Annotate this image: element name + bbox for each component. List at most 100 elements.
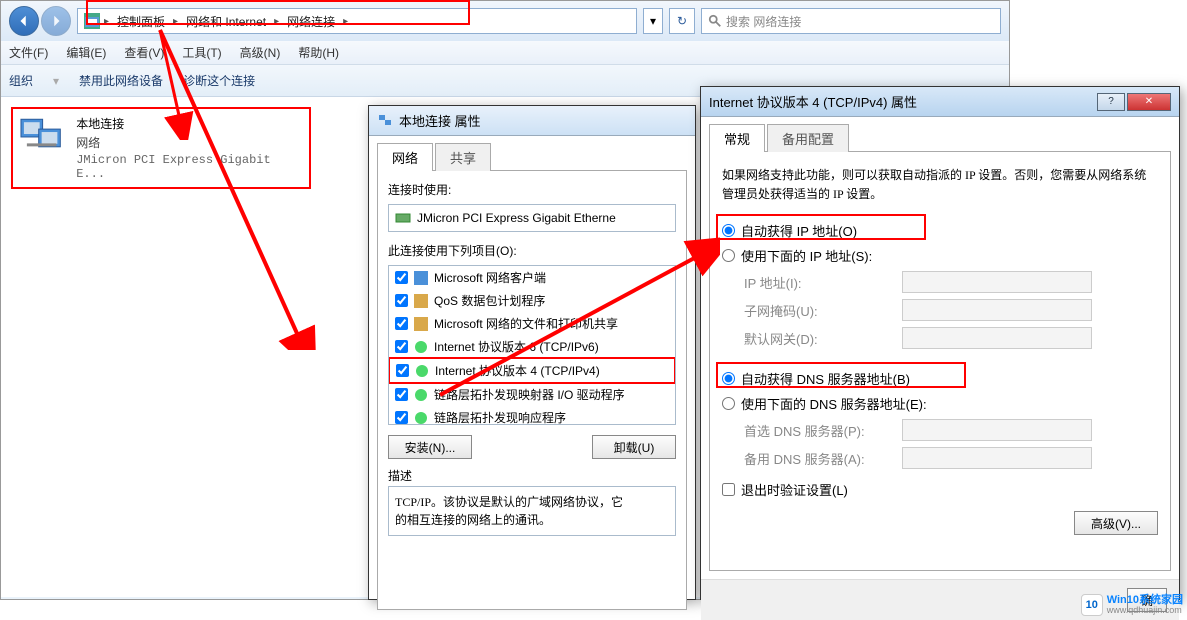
radio-input[interactable] [722, 397, 735, 410]
service-icon [414, 317, 428, 331]
item-checkbox[interactable] [395, 294, 408, 307]
uninstall-button[interactable]: 卸载(U) [592, 435, 676, 459]
chevron-right-icon: ▸ [104, 16, 109, 27]
connect-using-label: 连接时使用: [388, 181, 676, 198]
help-text: 如果网络支持此功能，则可以获取自动指派的 IP 设置。否则，您需要从网络系统管理… [720, 162, 1160, 218]
help-button[interactable]: ? [1097, 93, 1125, 111]
menu-bar: 文件(F) 编辑(E) 查看(V) 工具(T) 高级(N) 帮助(H) [1, 41, 1009, 65]
menu-advanced[interactable]: 高级(N) [240, 44, 281, 61]
protocol-icon [414, 388, 428, 402]
cmd-diagnose[interactable]: 诊断这个连接 [183, 72, 255, 89]
radio-input[interactable] [722, 249, 735, 262]
breadcrumb-bar[interactable]: ▸ 控制面板 ▸ 网络和 Internet ▸ 网络连接 ▸ [77, 8, 637, 34]
item-checkbox[interactable] [395, 271, 408, 284]
dns2-input [902, 447, 1092, 469]
nic-name: 本地连接 [76, 115, 303, 132]
window-buttons: ? ✕ [1097, 93, 1171, 111]
list-item: Internet 协议版本 6 (TCP/IPv6) [389, 335, 675, 358]
protocol-icon [414, 340, 428, 354]
adapter-name: JMicron PCI Express Gigabit Etherne [417, 211, 616, 225]
advanced-button[interactable]: 高级(V)... [1074, 511, 1158, 535]
nic-card-icon [395, 210, 411, 226]
nic-adapter: JMicron PCI Express Gigabit E... [76, 153, 303, 181]
nic-text: 本地连接 网络 JMicron PCI Express Gigabit E... [76, 115, 303, 181]
refresh-button[interactable]: ↻ [669, 8, 695, 34]
gateway-input [902, 327, 1092, 349]
protocol-list[interactable]: Microsoft 网络客户端 QoS 数据包计划程序 Microsoft 网络… [388, 265, 676, 425]
history-dropdown[interactable]: ▾ [643, 8, 663, 34]
local-connection-properties-dialog: 本地连接 属性 网络 共享 连接时使用: JMicron PCI Express… [368, 105, 696, 600]
mask-input [902, 299, 1092, 321]
service-icon [414, 294, 428, 308]
nav-buttons [9, 6, 71, 36]
radio-input[interactable] [722, 224, 735, 237]
crumb-control-panel[interactable]: 控制面板 [113, 11, 169, 32]
radio-input[interactable] [722, 372, 735, 385]
field-dns2: 备用 DNS 服务器(A): [720, 444, 1160, 472]
crumb-network-internet[interactable]: 网络和 Internet [182, 11, 270, 32]
crumb-network-connections[interactable]: 网络连接 [283, 11, 339, 32]
menu-tools[interactable]: 工具(T) [182, 44, 221, 61]
validate-checkbox-row[interactable]: 退出时验证设置(L) [720, 472, 1160, 507]
menu-edit[interactable]: 编辑(E) [66, 44, 106, 61]
forward-button[interactable] [41, 6, 71, 36]
tab-network[interactable]: 网络 [377, 143, 433, 171]
tab-general[interactable]: 常规 [709, 124, 765, 152]
list-item: 链路层拓扑发现响应程序 [389, 406, 675, 425]
adapter-field: JMicron PCI Express Gigabit Etherne [388, 204, 676, 232]
install-button[interactable]: 安装(N)... [388, 435, 472, 459]
field-gateway: 默认网关(D): [720, 324, 1160, 352]
watermark-logo: 10 [1081, 594, 1103, 616]
field-dns1: 首选 DNS 服务器(P): [720, 416, 1160, 444]
chevron-right-icon: ▸ [274, 16, 279, 27]
menu-help[interactable]: 帮助(H) [298, 44, 339, 61]
back-button[interactable] [9, 6, 39, 36]
titlebar[interactable]: Internet 协议版本 4 (TCP/IPv4) 属性 ? ✕ [701, 87, 1179, 117]
item-checkbox[interactable] [395, 340, 408, 353]
watermark: 10 Win10系统家园 www.qdhuajin.com [1081, 594, 1183, 616]
chevron-right-icon: ▸ [343, 16, 348, 27]
validate-checkbox[interactable] [722, 483, 735, 496]
list-item-ipv4: Internet 协议版本 4 (TCP/IPv4) [388, 357, 676, 384]
radio-manual-dns[interactable]: 使用下面的 DNS 服务器地址(E): [720, 391, 1160, 416]
nic-icon [19, 115, 66, 155]
titlebar[interactable]: 本地连接 属性 [369, 106, 695, 136]
tab-body: 连接时使用: JMicron PCI Express Gigabit Ether… [377, 170, 687, 610]
list-item: Microsoft 网络客户端 [389, 266, 675, 289]
item-checkbox[interactable] [395, 388, 408, 401]
protocol-icon [414, 411, 428, 425]
field-mask: 子网掩码(U): [720, 296, 1160, 324]
item-checkbox[interactable] [396, 364, 409, 377]
item-checkbox[interactable] [395, 317, 408, 330]
description-label: 描述 [388, 467, 676, 484]
list-item: Microsoft 网络的文件和打印机共享 [389, 312, 675, 335]
protocol-icon [415, 364, 429, 378]
tab-sharing[interactable]: 共享 [435, 143, 491, 171]
nic-status: 网络 [76, 134, 303, 151]
cmd-organize[interactable]: 组织 [9, 72, 33, 89]
search-icon [708, 14, 722, 28]
description-text: TCP/IP。该协议是默认的广域网络协议，它 的相互连接的网络上的通讯。 [388, 486, 676, 536]
radio-manual-ip[interactable]: 使用下面的 IP 地址(S): [720, 243, 1160, 268]
nic-item-local[interactable]: 本地连接 网络 JMicron PCI Express Gigabit E... [11, 107, 311, 189]
menu-view[interactable]: 查看(V) [124, 44, 164, 61]
close-button[interactable]: ✕ [1127, 93, 1171, 111]
cmd-disable[interactable]: 禁用此网络设备 [79, 72, 163, 89]
button-row: 安装(N)... 卸载(U) [388, 435, 676, 459]
items-label: 此连接使用下列项目(O): [388, 242, 676, 259]
search-input[interactable]: 搜索 网络连接 [701, 8, 1001, 34]
radio-auto-ip[interactable]: 自动获得 IP 地址(O) [720, 218, 1160, 243]
network-icon [377, 113, 393, 129]
tab-alternate[interactable]: 备用配置 [767, 124, 849, 152]
radio-auto-dns[interactable]: 自动获得 DNS 服务器地址(B) [720, 366, 1160, 391]
dialog-title: Internet 协议版本 4 (TCP/IPv4) 属性 [709, 92, 917, 111]
address-bar-area: ▸ 控制面板 ▸ 网络和 Internet ▸ 网络连接 ▸ ▾ ↻ 搜索 网络… [1, 1, 1009, 41]
menu-file[interactable]: 文件(F) [9, 44, 48, 61]
chevron-right-icon: ▸ [173, 16, 178, 27]
field-ip: IP 地址(I): [720, 268, 1160, 296]
tab-strip: 网络 共享 [369, 136, 695, 170]
ipv4-properties-dialog: Internet 协议版本 4 (TCP/IPv4) 属性 ? ✕ 常规 备用配… [700, 86, 1180, 600]
tab-body: 如果网络支持此功能，则可以获取自动指派的 IP 设置。否则，您需要从网络系统管理… [709, 151, 1171, 571]
dns1-input [902, 419, 1092, 441]
item-checkbox[interactable] [395, 411, 408, 424]
